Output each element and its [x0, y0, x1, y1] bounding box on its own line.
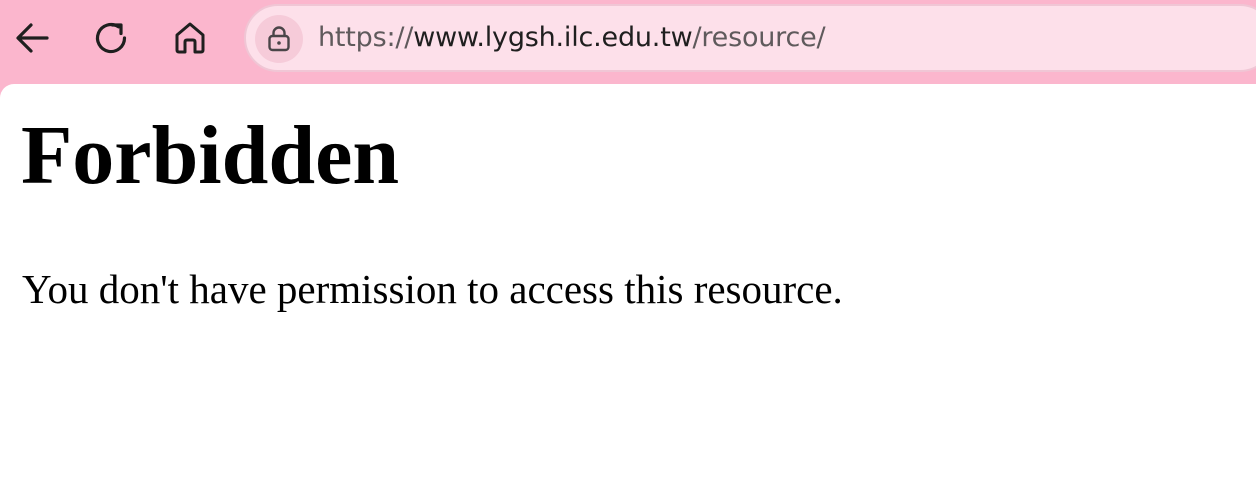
browser-toolbar: https://www.lygsh.ilc.edu.tw/resource/: [0, 0, 1256, 84]
site-info-button[interactable]: [255, 15, 303, 63]
page-title: Forbidden: [21, 109, 400, 202]
address-bar[interactable]: https://www.lygsh.ilc.edu.tw/resource/: [244, 4, 1256, 72]
home-button[interactable]: [166, 14, 214, 62]
reload-icon: [95, 22, 127, 54]
lock-icon: [268, 26, 290, 52]
back-arrow-icon: [16, 23, 49, 53]
page-content: Forbidden You don't have permission to a…: [0, 84, 1256, 491]
url-host: www.lygsh.ilc.edu.tw: [413, 22, 693, 53]
back-button[interactable]: [8, 14, 56, 62]
error-message: You don't have permission to access this…: [22, 266, 843, 312]
home-icon: [175, 22, 205, 54]
url-text[interactable]: https://www.lygsh.ilc.edu.tw/resource/: [318, 20, 826, 56]
reload-button[interactable]: [87, 14, 135, 62]
url-scheme: https://: [318, 22, 414, 53]
url-path: /resource/: [692, 22, 826, 53]
